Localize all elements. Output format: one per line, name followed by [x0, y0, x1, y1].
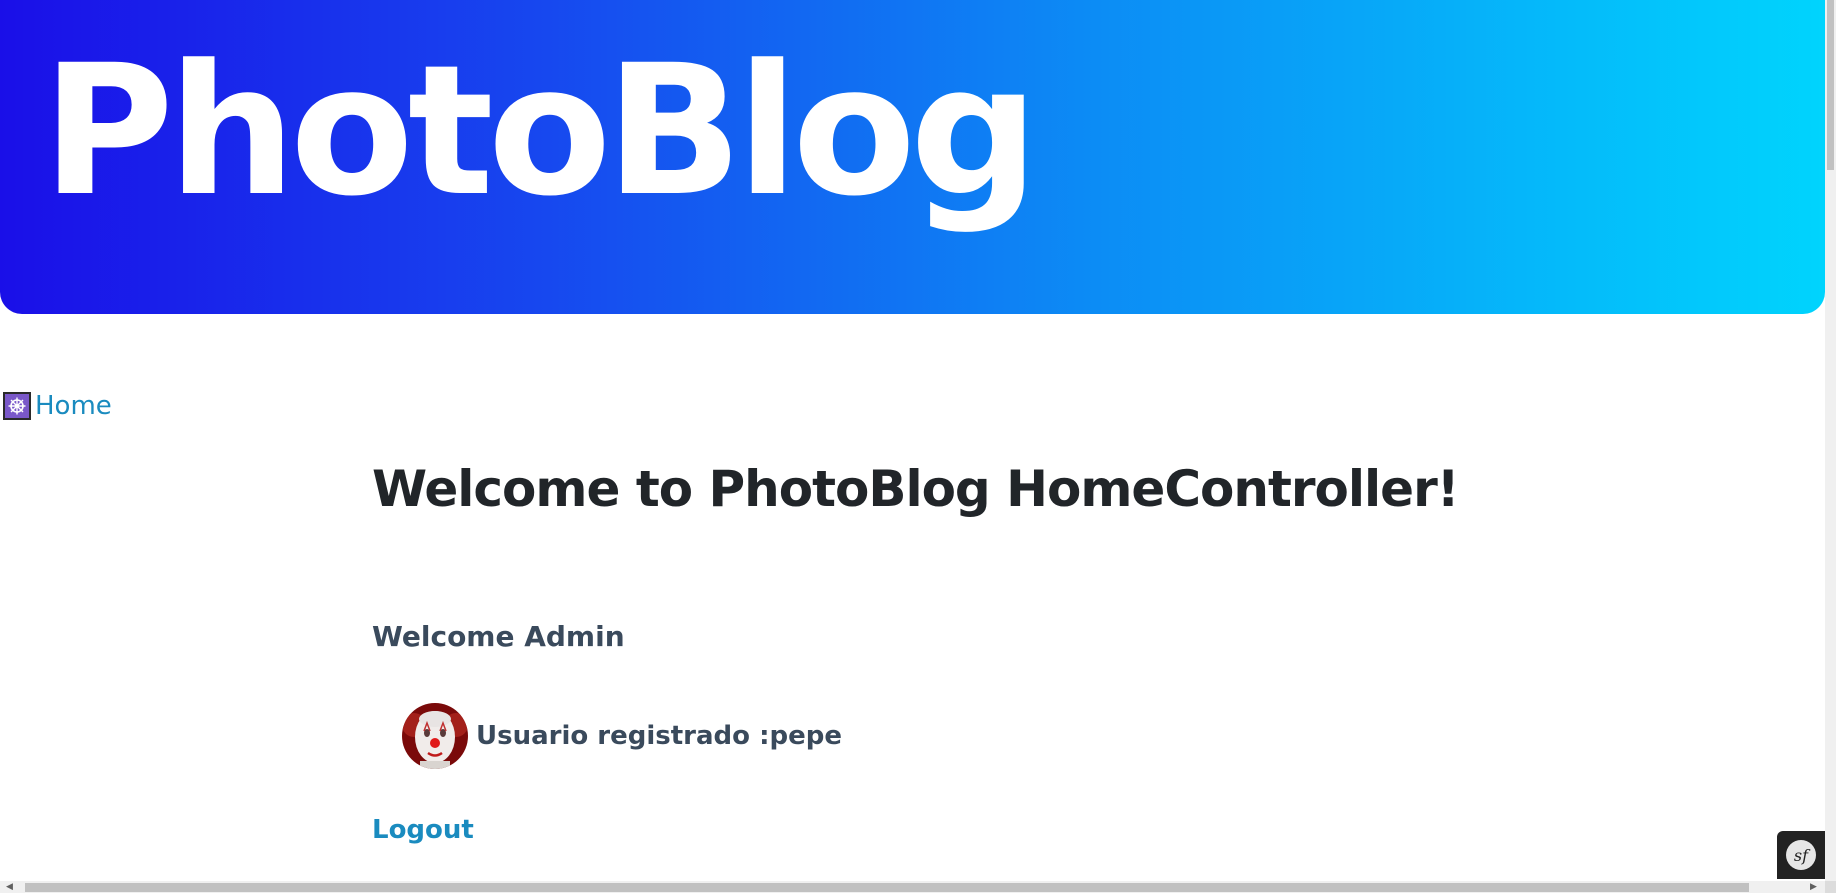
- nav-bar: Home: [3, 392, 112, 420]
- registered-user-label: Usuario registrado :pepe: [476, 721, 842, 751]
- scrollbar-corner: [1825, 881, 1836, 893]
- horizontal-scrollbar[interactable]: ◀ ▶: [0, 881, 1825, 893]
- scroll-left-icon[interactable]: ◀: [6, 882, 13, 892]
- site-title: PhotoBlog: [42, 27, 1039, 236]
- header-banner: PhotoBlog: [0, 0, 1825, 314]
- nav-home-link[interactable]: Home: [35, 393, 112, 419]
- user-info: Usuario registrado :pepe: [402, 703, 842, 769]
- horizontal-scrollbar-thumb[interactable]: [25, 883, 1749, 892]
- main-content: Welcome to PhotoBlog HomeController! Wel…: [372, 460, 1672, 845]
- scroll-right-icon[interactable]: ▶: [1810, 882, 1817, 892]
- avatar: [402, 703, 468, 769]
- symfony-logo-icon: sf: [1786, 840, 1816, 870]
- vertical-scrollbar-thumb[interactable]: [1827, 0, 1834, 170]
- vertical-scrollbar[interactable]: [1825, 0, 1836, 881]
- page-title: Welcome to PhotoBlog HomeController!: [372, 460, 1460, 518]
- symfony-toolbar-button[interactable]: sf: [1777, 831, 1825, 879]
- welcome-admin-heading: Welcome Admin: [372, 620, 625, 653]
- helm-wheel-icon: [3, 392, 31, 420]
- page: PhotoBlog Home Welcome to PhotoBlog Home…: [0, 0, 1836, 893]
- logout-link[interactable]: Logout: [372, 815, 474, 845]
